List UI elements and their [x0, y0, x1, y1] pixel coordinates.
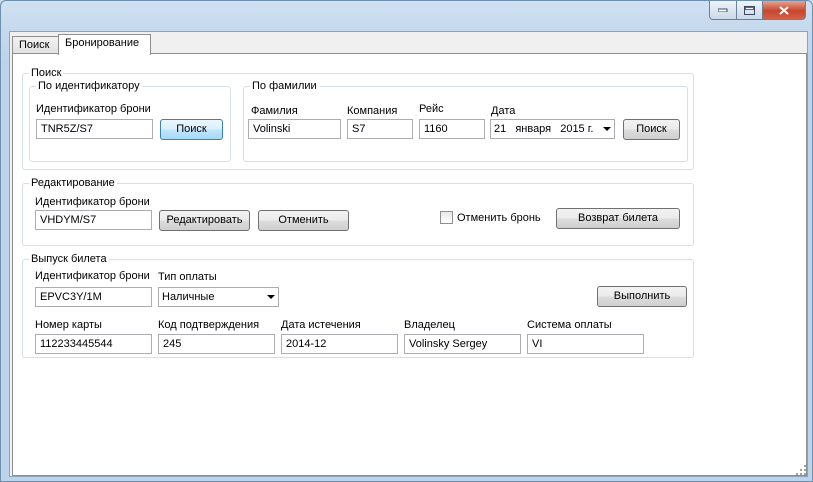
date-picker[interactable]: 21 января 2015 г.: [490, 119, 615, 139]
minimize-icon: [718, 8, 728, 12]
app-window: Поиск Бронирование Поиск По идентификато…: [0, 0, 813, 482]
card-number-label: Номер карты: [35, 319, 102, 331]
payment-type-select[interactable]: Наличные: [158, 287, 279, 307]
close-button[interactable]: [763, 1, 806, 20]
edit-button[interactable]: Редактировать: [159, 210, 250, 231]
flight-input[interactable]: 1160: [419, 119, 485, 139]
flight-label: Рейс: [419, 103, 444, 115]
resize-grip-icon[interactable]: [795, 464, 807, 476]
company-input[interactable]: S7: [347, 119, 413, 139]
search-by-surname-button[interactable]: Поиск: [623, 119, 680, 140]
chevron-down-icon[interactable]: [267, 295, 275, 299]
card-number-input[interactable]: 112233445544: [35, 334, 152, 354]
booking-id-label: Идентификатор брони: [36, 103, 151, 115]
search-group: Поиск По идентификатору Идентификатор бр…: [22, 66, 694, 170]
search-by-id-group: По идентификатору Идентификатор брони TN…: [29, 79, 231, 162]
company-label: Компания: [347, 105, 398, 117]
search-booking-id-input[interactable]: TNR5Z/S7: [36, 119, 153, 139]
client-area: Поиск Бронирование Поиск По идентификато…: [9, 31, 808, 477]
date-month: января: [515, 123, 552, 135]
ticket-issue-group: Выпуск билета Идентификатор брони EPVC3Y…: [22, 252, 694, 358]
execute-button[interactable]: Выполнить: [597, 286, 687, 307]
owner-input[interactable]: Volinsky Sergey: [404, 334, 521, 354]
edit-group-title: Редактирование: [29, 176, 117, 190]
expiry-date-input[interactable]: 2014-12: [281, 334, 398, 354]
owner-label: Владелец: [404, 319, 455, 331]
search-by-id-title: По идентификатору: [36, 79, 142, 93]
search-by-surname-title: По фамилии: [250, 79, 319, 93]
edit-booking-id-input[interactable]: VHDYM/S7: [35, 210, 152, 230]
date-label: Дата: [491, 105, 516, 117]
ticket-issue-group-title: Выпуск билета: [29, 252, 109, 266]
date-year: 2015 г.: [560, 123, 594, 135]
window-caption-buttons: [709, 1, 806, 20]
date-day: 21: [494, 123, 507, 135]
search-by-surname-group: По фамилии Фамилия Volinski Компания S7 …: [243, 79, 688, 162]
maximize-button[interactable]: [737, 1, 763, 20]
surname-label: Фамилия: [251, 105, 298, 117]
issue-booking-id-label: Идентификатор брони: [35, 270, 150, 282]
confirmation-code-label: Код подтверждения: [158, 319, 260, 331]
refund-ticket-button[interactable]: Возврат билета: [556, 208, 680, 229]
booking-tab-page: Поиск По идентификатору Идентификатор бр…: [12, 53, 807, 476]
cancel-button[interactable]: Отменить: [258, 210, 349, 231]
tab-search[interactable]: Поиск: [12, 36, 63, 54]
payment-system-input[interactable]: VI: [527, 334, 644, 354]
edit-group: Редактирование Идентификатор брони VHDYM…: [22, 176, 694, 246]
minimize-button[interactable]: [709, 1, 737, 20]
issue-booking-id-input[interactable]: EPVC3Y/1M: [35, 287, 152, 307]
cancel-booking-label[interactable]: Отменить бронь: [457, 211, 541, 225]
search-group-title: Поиск: [29, 66, 64, 80]
chevron-down-icon[interactable]: [603, 127, 611, 131]
maximize-icon: [744, 5, 755, 15]
surname-input[interactable]: Volinski: [248, 119, 341, 139]
payment-type-value: Наличные: [162, 291, 215, 303]
search-by-id-button[interactable]: Поиск: [160, 119, 223, 140]
confirmation-code-input[interactable]: 245: [158, 334, 275, 354]
cancel-booking-checkbox[interactable]: [440, 211, 453, 224]
payment-system-label: Система оплаты: [527, 319, 612, 331]
edit-booking-id-label: Идентификатор брони: [35, 196, 150, 208]
tab-booking[interactable]: Бронирование: [58, 34, 151, 55]
expiry-date-label: Дата истечения: [281, 319, 361, 331]
payment-type-label: Тип оплаты: [158, 271, 217, 283]
close-icon: [779, 5, 789, 15]
